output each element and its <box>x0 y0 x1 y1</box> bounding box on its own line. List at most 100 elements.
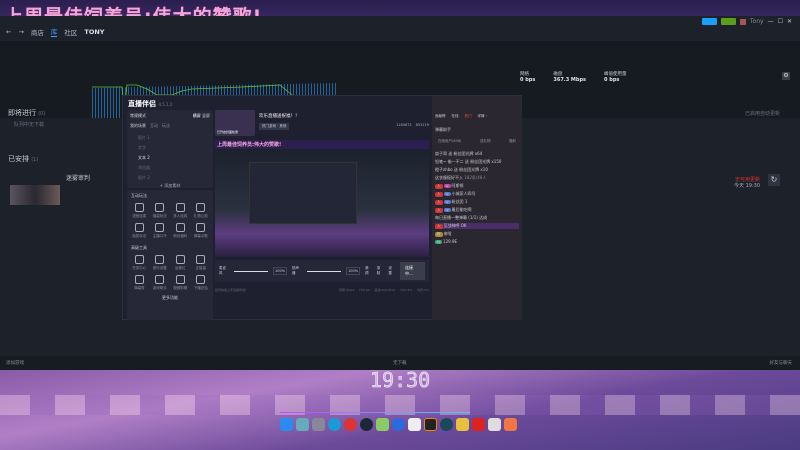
settings-button[interactable]: 设置 <box>388 266 395 276</box>
category-tag[interactable]: 热门游戏 · 其他 <box>259 123 290 130</box>
upcoming-heading: 即将进行 (0) <box>8 109 46 117</box>
interactive-button[interactable]: 粉丝福利 <box>170 223 191 239</box>
broadcast-button[interactable] <box>701 18 717 25</box>
mode-select[interactable]: 常规模式 <box>130 113 146 119</box>
game-thumbnail[interactable] <box>10 185 60 205</box>
filter-gifts[interactable]: 送礼物 <box>480 139 491 144</box>
feature-icon <box>175 255 185 264</box>
net-stat: 网络 0 bps <box>520 72 536 83</box>
stream-preview: 上周最佳饲养员:伟大的赞歌! <box>215 140 429 257</box>
app-icon[interactable] <box>440 418 453 431</box>
steam-nav: ← → 商店 库 社区 TONY <box>6 26 105 37</box>
back-icon[interactable]: ← <box>6 28 11 36</box>
interactive-button[interactable]: 多人连线 <box>170 203 191 219</box>
interactive-button[interactable]: 弹幕点歌 <box>191 223 212 239</box>
interactive-button[interactable]: 主播口令 <box>150 223 171 239</box>
feature-icon <box>175 275 185 284</box>
app-icon[interactable] <box>344 418 357 431</box>
portrait-tab[interactable]: 竖屏 <box>202 113 210 118</box>
minimize-icon[interactable]: — <box>768 18 774 25</box>
interactive-button[interactable]: 礼物心愿 <box>191 203 212 219</box>
app-icon[interactable] <box>488 418 501 431</box>
landscape-tab[interactable]: 横屏 <box>193 113 201 118</box>
source-item[interactable]: 图片 2 <box>130 173 210 183</box>
app-icon[interactable] <box>376 418 389 431</box>
netease-music-icon[interactable] <box>472 418 485 431</box>
scene-tab[interactable]: 互动 <box>150 123 158 129</box>
source-item[interactable]: 浏览器 <box>130 163 210 173</box>
feature-label: 音乐设置 <box>152 266 167 270</box>
forward-icon[interactable]: → <box>18 28 23 36</box>
interactive-button[interactable]: 语音连麦 <box>129 203 150 219</box>
cover-thumbnail[interactable]: 已开启封面检测 <box>215 110 255 136</box>
source-item[interactable]: 文字 <box>130 143 210 153</box>
stream-title[interactable]: 欢乐直播送祝福！！ <box>259 113 300 119</box>
app-icon[interactable] <box>504 418 517 431</box>
windows-start-icon[interactable] <box>280 418 293 431</box>
tab-online[interactable]: 在线 <box>452 114 459 119</box>
feature-icon <box>175 203 185 212</box>
notification-button[interactable] <box>720 18 736 25</box>
nav-profile[interactable]: TONY <box>84 28 104 36</box>
app-icon[interactable] <box>424 418 437 431</box>
friends-chat-button[interactable]: 好友与聊天 <box>770 360 793 366</box>
tools-button[interactable]: 运营位 <box>170 255 191 271</box>
kugou-icon[interactable] <box>392 418 405 431</box>
app-icon[interactable] <box>456 418 469 431</box>
maximize-icon[interactable]: ☐ <box>778 18 783 25</box>
interactive-button[interactable]: 福袋玩法 <box>150 203 171 219</box>
tab-detail[interactable]: 详情 › <box>478 114 488 119</box>
more-features-button[interactable]: 更多功能 <box>127 295 213 301</box>
nav-library[interactable]: 库 <box>50 26 58 37</box>
app-icon[interactable] <box>296 418 309 431</box>
interactive-heading: 互动玩法 <box>131 193 147 198</box>
speaker-volume-slider[interactable] <box>306 270 342 272</box>
settings-gear-icon[interactable]: ⚙ <box>782 72 790 80</box>
go-live-button[interactable]: 连接中... <box>399 262 425 280</box>
scene-tab[interactable]: 我的场景 <box>130 123 146 129</box>
cover-check-label: 已开启封面检测 <box>217 130 239 134</box>
speaker-label[interactable]: 扬声器 <box>292 266 302 276</box>
scene-tab[interactable]: 玩法 <box>162 123 170 129</box>
tools-button[interactable]: 视频剪辑 <box>170 275 191 291</box>
avatar[interactable] <box>739 18 746 25</box>
feature-label: 福袋玩法 <box>152 214 167 218</box>
mic-label[interactable]: 麦克风 <box>219 266 229 276</box>
interactive-button[interactable]: 抽奖玩法 <box>129 223 150 239</box>
feature-label: 多人连线 <box>173 214 188 218</box>
tools-button[interactable]: 音乐设置 <box>150 255 171 271</box>
help-link[interactable]: 如何快速上手直播伴侣? <box>215 288 247 292</box>
tools-button[interactable]: 游戏助手 <box>150 275 171 291</box>
chat-panel: 贡献榜 在线 热门 详情 › 弹幕助手 在线用户(808) 送礼物 福利 扇子哥 送 粉丝… <box>432 96 522 320</box>
source-item[interactable]: 文本 2 <box>130 153 210 163</box>
tab-hot[interactable]: 热门 <box>465 114 472 119</box>
nav-store[interactable]: 商店 <box>31 27 44 37</box>
game-title[interactable]: 迷雾审判 <box>66 173 90 182</box>
mic-volume-slider[interactable] <box>233 270 269 272</box>
tab-contrib[interactable]: 贡献榜 <box>435 114 446 119</box>
record-button[interactable]: 录制 <box>377 266 384 276</box>
tools-button[interactable]: 正能量 <box>191 255 212 271</box>
steam-icon[interactable] <box>360 418 373 431</box>
nav-community[interactable]: 社区 <box>64 27 77 37</box>
feature-icon <box>155 255 165 264</box>
source-item[interactable]: 图片 1 <box>130 133 210 143</box>
user-menu[interactable]: Tony <box>750 18 764 25</box>
tools-button[interactable]: 任务中心 <box>129 255 150 271</box>
beauty-button[interactable]: 美颜 <box>365 266 372 276</box>
tools-button[interactable]: 下播总结 <box>191 275 212 291</box>
add-source-button[interactable]: + 添加素材 <box>130 183 210 189</box>
add-game-button[interactable]: 添加游戏 <box>6 360 24 366</box>
feature-icon <box>196 223 206 232</box>
reschedule-icon[interactable]: ↻ <box>768 174 780 186</box>
app-icon[interactable] <box>312 418 325 431</box>
edge-icon[interactable] <box>328 418 341 431</box>
filter-online[interactable]: 在线用户(808) <box>438 139 461 144</box>
downloads-status[interactable]: 无下载 <box>393 360 407 366</box>
tools-button[interactable]: 弹幕秀 <box>129 275 150 291</box>
feature-label: 视频剪辑 <box>173 286 188 290</box>
close-icon[interactable]: ✕ <box>787 18 792 25</box>
filter-welfare[interactable]: 福利 <box>509 139 516 144</box>
qq-icon[interactable] <box>408 418 421 431</box>
feature-label: 主播口令 <box>152 234 167 238</box>
